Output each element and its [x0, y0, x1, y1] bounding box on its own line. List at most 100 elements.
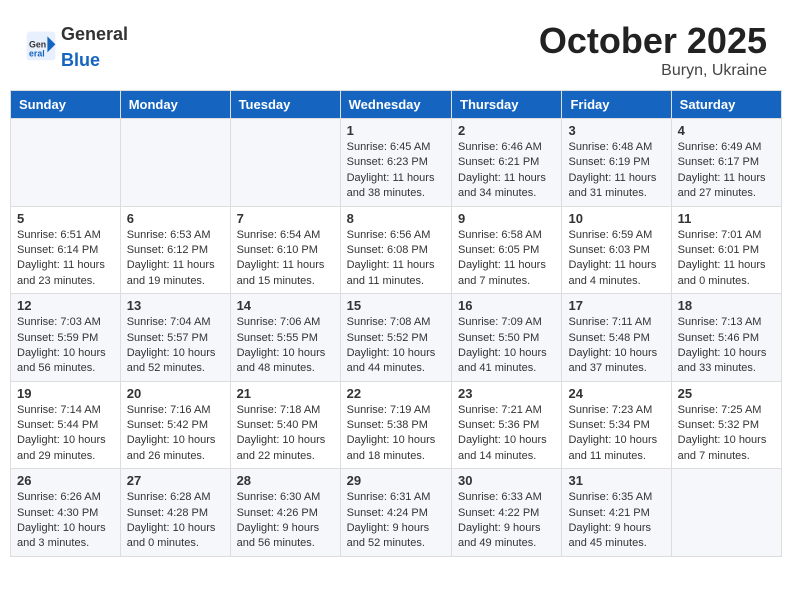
calendar-cell: 31 Sunrise: 6:35 AMSunset: 4:21 PMDayligh… [562, 469, 671, 557]
day-number: 5 [17, 211, 114, 226]
location: Buryn, Ukraine [539, 62, 767, 80]
svg-text:eral: eral [29, 48, 45, 58]
calendar-cell: 1 Sunrise: 6:45 AMSunset: 6:23 PMDaylight… [340, 119, 451, 207]
day-number: 24 [568, 386, 664, 401]
logo-general: General [61, 24, 128, 44]
calendar-cell: 7Sunrise: 6:54 AMSunset: 6:10 PMDaylight… [230, 206, 340, 294]
calendar-cell [11, 119, 121, 207]
cell-content: Sunrise: 7:04 AMSunset: 5:57 PMDaylight:… [127, 315, 224, 377]
cell-content: Sunrise: 7:13 AMSunset: 5:46 PMDaylight:… [678, 315, 775, 377]
day-number: 30 [458, 473, 555, 488]
calendar-cell: 24 Sunrise: 7:23 AMSunset: 5:34 PMDayligh… [562, 381, 671, 469]
cell-content: Sunrise: 7:23 AMSunset: 5:34 PMDaylight:… [568, 403, 664, 465]
cell-content: Sunrise: 6:51 AMSunset: 6:14 PMDaylight:… [17, 228, 114, 290]
cell-content: Sunrise: 7:08 AMSunset: 5:52 PMDaylight:… [347, 315, 445, 377]
calendar-cell: 2Sunrise: 6:46 AMSunset: 6:21 PMDaylight… [452, 119, 562, 207]
cell-content: Sunrise: 7:01 AMSunset: 6:01 PMDaylight:… [678, 228, 775, 290]
day-number: 23 [458, 386, 555, 401]
calendar-cell: 28 Sunrise: 6:30 AMSunset: 4:26 PMDayligh… [230, 469, 340, 557]
cell-content: Sunrise: 7:06 AMSunset: 5:55 PMDaylight:… [237, 315, 334, 377]
day-number: 8 [347, 211, 445, 226]
cell-content: Sunrise: 6:31 AMSunset: 4:24 PMDaylight:… [347, 490, 445, 552]
day-number: 26 [17, 473, 114, 488]
day-number: 4 [678, 123, 775, 138]
calendar-cell: 14 Sunrise: 7:06 AMSunset: 5:55 PMDayligh… [230, 294, 340, 382]
calendar-cell: 23 Sunrise: 7:21 AMSunset: 5:36 PMDayligh… [452, 381, 562, 469]
cell-content: Sunrise: 6:49 AMSunset: 6:17 PMDaylight:… [678, 140, 775, 202]
calendar-cell: 26 Sunrise: 6:26 AMSunset: 4:30 PMDayligh… [11, 469, 121, 557]
weekday-header-tuesday: Tuesday [230, 91, 340, 119]
logo-icon: Gen eral [25, 30, 57, 62]
month-title: October 2025 [539, 20, 767, 62]
week-row-1: 1 Sunrise: 6:45 AMSunset: 6:23 PMDaylight… [11, 119, 782, 207]
cell-content: Sunrise: 7:09 AMSunset: 5:50 PMDaylight:… [458, 315, 555, 377]
cell-content: Sunrise: 7:11 AMSunset: 5:48 PMDaylight:… [568, 315, 664, 377]
day-number: 31 [568, 473, 664, 488]
calendar-cell: 11 Sunrise: 7:01 AMSunset: 6:01 PMDayligh… [671, 206, 781, 294]
calendar-cell: 6 Sunrise: 6:53 AMSunset: 6:12 PMDaylight… [120, 206, 230, 294]
day-number: 25 [678, 386, 775, 401]
day-number: 2 [458, 123, 555, 138]
weekday-header-saturday: Saturday [671, 91, 781, 119]
day-number: 28 [237, 473, 334, 488]
calendar-cell: 4 Sunrise: 6:49 AMSunset: 6:17 PMDaylight… [671, 119, 781, 207]
cell-content: Sunrise: 7:14 AMSunset: 5:44 PMDaylight:… [17, 403, 114, 465]
cell-content: Sunrise: 6:30 AMSunset: 4:26 PMDaylight:… [237, 490, 334, 552]
cell-content: Sunrise: 6:56 AMSunset: 6:08 PMDaylight:… [347, 228, 445, 290]
week-row-5: 26 Sunrise: 6:26 AMSunset: 4:30 PMDayligh… [11, 469, 782, 557]
day-number: 11 [678, 211, 775, 226]
cell-content: Sunrise: 6:53 AMSunset: 6:12 PMDaylight:… [127, 228, 224, 290]
cell-content: Sunrise: 6:33 AMSunset: 4:22 PMDaylight:… [458, 490, 555, 552]
calendar-cell: 15 Sunrise: 7:08 AMSunset: 5:52 PMDayligh… [340, 294, 451, 382]
logo-blue: Blue [61, 50, 100, 70]
logo: Gen eral General Blue [25, 20, 128, 72]
calendar-cell: 20Sunrise: 7:16 AMSunset: 5:42 PMDayligh… [120, 381, 230, 469]
cell-content: Sunrise: 7:21 AMSunset: 5:36 PMDaylight:… [458, 403, 555, 465]
title-block: October 2025 Buryn, Ukraine [539, 20, 767, 80]
calendar-cell [120, 119, 230, 207]
day-number: 13 [127, 298, 224, 313]
day-number: 14 [237, 298, 334, 313]
day-number: 6 [127, 211, 224, 226]
cell-content: Sunrise: 6:26 AMSunset: 4:30 PMDaylight:… [17, 490, 114, 552]
cell-content: Sunrise: 6:35 AMSunset: 4:21 PMDaylight:… [568, 490, 664, 552]
week-row-2: 5 Sunrise: 6:51 AMSunset: 6:14 PMDaylight… [11, 206, 782, 294]
calendar-cell: 12 Sunrise: 7:03 AMSunset: 5:59 PMDayligh… [11, 294, 121, 382]
cell-content: Sunrise: 6:48 AMSunset: 6:19 PMDaylight:… [568, 140, 664, 202]
page-header: Gen eral General Blue October 2025 Buryn… [10, 10, 782, 85]
day-number: 10 [568, 211, 664, 226]
calendar-cell: 9Sunrise: 6:58 AMSunset: 6:05 PMDaylight… [452, 206, 562, 294]
week-row-4: 19Sunrise: 7:14 AMSunset: 5:44 PMDayligh… [11, 381, 782, 469]
cell-content: Sunrise: 6:45 AMSunset: 6:23 PMDaylight:… [347, 140, 445, 202]
weekday-header-sunday: Sunday [11, 91, 121, 119]
weekday-header-row: SundayMondayTuesdayWednesdayThursdayFrid… [11, 91, 782, 119]
cell-content: Sunrise: 6:28 AMSunset: 4:28 PMDaylight:… [127, 490, 224, 552]
day-number: 27 [127, 473, 224, 488]
day-number: 12 [17, 298, 114, 313]
day-number: 20 [127, 386, 224, 401]
cell-content: Sunrise: 7:19 AMSunset: 5:38 PMDaylight:… [347, 403, 445, 465]
calendar-table: SundayMondayTuesdayWednesdayThursdayFrid… [10, 90, 782, 557]
cell-content: Sunrise: 6:59 AMSunset: 6:03 PMDaylight:… [568, 228, 664, 290]
calendar-cell [230, 119, 340, 207]
calendar-cell: 3Sunrise: 6:48 AMSunset: 6:19 PMDaylight… [562, 119, 671, 207]
weekday-header-monday: Monday [120, 91, 230, 119]
day-number: 15 [347, 298, 445, 313]
day-number: 7 [237, 211, 334, 226]
day-number: 22 [347, 386, 445, 401]
calendar-cell: 5 Sunrise: 6:51 AMSunset: 6:14 PMDaylight… [11, 206, 121, 294]
calendar-cell: 8 Sunrise: 6:56 AMSunset: 6:08 PMDaylight… [340, 206, 451, 294]
calendar-cell: 10 Sunrise: 6:59 AMSunset: 6:03 PMDayligh… [562, 206, 671, 294]
day-number: 1 [347, 123, 445, 138]
cell-content: Sunrise: 7:03 AMSunset: 5:59 PMDaylight:… [17, 315, 114, 377]
week-row-3: 12 Sunrise: 7:03 AMSunset: 5:59 PMDayligh… [11, 294, 782, 382]
calendar-cell: 22 Sunrise: 7:19 AMSunset: 5:38 PMDayligh… [340, 381, 451, 469]
calendar-cell [671, 469, 781, 557]
weekday-header-friday: Friday [562, 91, 671, 119]
calendar-cell: 27 Sunrise: 6:28 AMSunset: 4:28 PMDayligh… [120, 469, 230, 557]
day-number: 18 [678, 298, 775, 313]
cell-content: Sunrise: 7:18 AMSunset: 5:40 PMDaylight:… [237, 403, 334, 465]
calendar-cell: 18 Sunrise: 7:13 AMSunset: 5:46 PMDayligh… [671, 294, 781, 382]
day-number: 21 [237, 386, 334, 401]
calendar-cell: 21 Sunrise: 7:18 AMSunset: 5:40 PMDayligh… [230, 381, 340, 469]
